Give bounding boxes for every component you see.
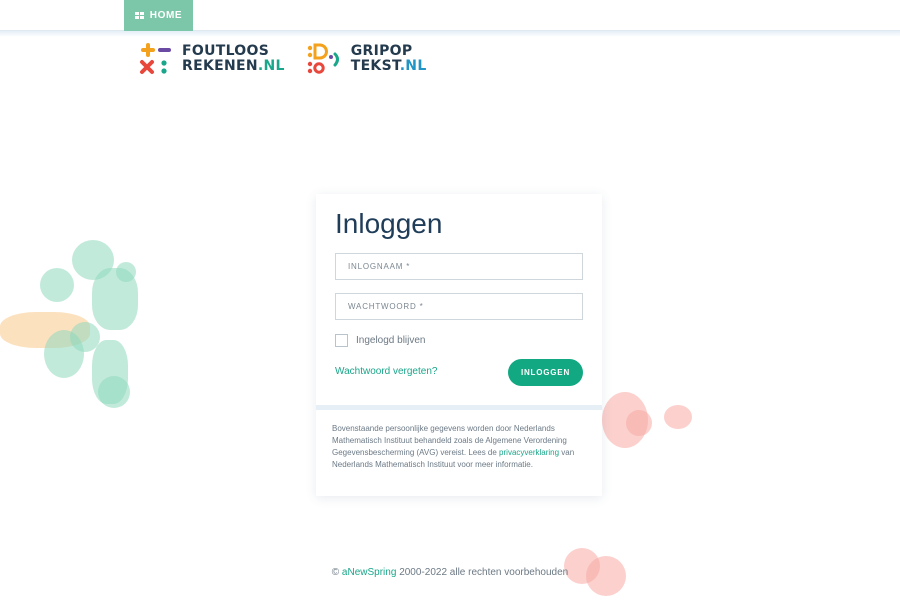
grid-icon xyxy=(134,11,144,20)
login-button[interactable]: INLOGGEN xyxy=(508,359,583,386)
logo-suffix: .NL xyxy=(257,58,285,74)
card-divider xyxy=(316,405,602,410)
math-symbols-icon xyxy=(140,43,171,74)
forgot-password-link[interactable]: Wachtwoord vergeten? xyxy=(335,366,437,377)
home-tab[interactable]: HOME xyxy=(124,0,193,31)
logo-suffix: .NL xyxy=(399,58,427,74)
anewspring-link[interactable]: aNewSpring xyxy=(342,567,396,578)
password-input[interactable] xyxy=(335,293,583,320)
logo-line-2: REKENEN xyxy=(182,58,258,74)
copyright-symbol: © xyxy=(331,567,340,578)
grip-op-tekst-logo[interactable]: GRIPOP TEKST.NL xyxy=(307,42,427,76)
footer: © aNewSpring 2000-2022 alle rechten voor… xyxy=(0,567,900,578)
home-tab-label: HOME xyxy=(149,10,183,21)
logo-line-1: GRIPOP xyxy=(350,43,413,59)
remember-me-label[interactable]: Ingelogd blijven xyxy=(356,335,426,346)
logo-line-2: TEKST xyxy=(350,58,400,74)
emoticon-icon xyxy=(307,43,339,74)
username-input[interactable] xyxy=(335,253,583,280)
remember-me-checkbox[interactable] xyxy=(335,334,348,347)
remember-me-row: Ingelogd blijven xyxy=(335,334,426,347)
privacy-notice: Bovenstaande persoonlijke gegevens worde… xyxy=(332,423,590,471)
logo-line-1: FOUTLOOS xyxy=(182,43,270,59)
login-card: Inloggen Ingelogd blijven Wachtwoord ver… xyxy=(316,194,602,496)
login-title: Inloggen xyxy=(335,208,443,239)
privacy-statement-link[interactable]: privacyverklaring xyxy=(499,448,559,457)
topbar-shadow xyxy=(0,31,900,37)
foutloos-rekenen-logo[interactable]: FOUTLOOS REKENEN.NL xyxy=(138,42,285,76)
top-navigation-bar: HOME xyxy=(0,0,900,31)
copyright-text: 2000-2022 alle rechten voorbehouden xyxy=(399,567,569,578)
logo-bar: FOUTLOOS REKENEN.NL GRIPOP TEKST.NL xyxy=(138,42,427,76)
